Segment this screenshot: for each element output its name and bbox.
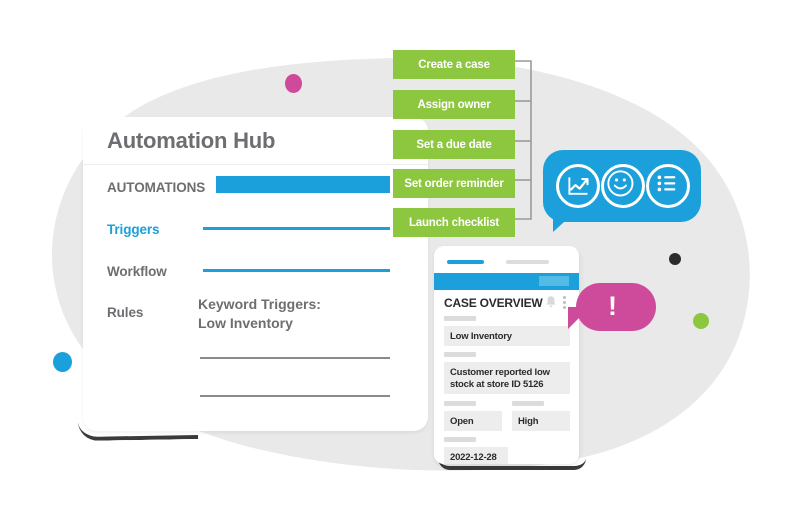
- row-label-rules: Rules: [107, 305, 144, 320]
- page-title: Automation Hub: [107, 128, 276, 153]
- placeholder-line-2: [200, 395, 390, 397]
- row-label-triggers[interactable]: Triggers: [107, 222, 160, 237]
- row-label-automations: AUTOMATIONS: [107, 180, 206, 195]
- alert-bubble: !: [568, 283, 656, 341]
- bullet-list-icon[interactable]: [646, 164, 690, 208]
- hub-card-shadow: [77, 418, 199, 442]
- kebab-menu-icon[interactable]: [563, 296, 567, 310]
- phone-tab-inactive[interactable]: [506, 260, 549, 264]
- blue-dot: [53, 352, 72, 372]
- green-dot: [693, 313, 709, 329]
- row-label-workflow[interactable]: Workflow: [107, 264, 167, 279]
- feature-chat-bubble: [543, 150, 701, 234]
- illustration-canvas: Automation Hub AUTOMATIONS Triggers Work…: [0, 0, 792, 528]
- rules-value-line1: Keyword Triggers:: [198, 296, 321, 312]
- action-button-set-order-reminder[interactable]: Set order reminder: [393, 169, 515, 198]
- field-value-priority[interactable]: High: [512, 411, 570, 431]
- automation-hub-card: Automation Hub AUTOMATIONS Triggers Work…: [83, 117, 428, 431]
- field-label-description: [444, 352, 476, 357]
- smiley-face-icon[interactable]: [601, 164, 645, 208]
- field-label-subject: [444, 316, 476, 321]
- dark-dot: [669, 253, 681, 265]
- action-button-assign-owner[interactable]: Assign owner: [393, 90, 515, 119]
- bell-icon[interactable]: [545, 295, 557, 309]
- exclamation-icon: !: [608, 291, 617, 321]
- case-overview-card: CASE OVERVIEW Low Inventory Customer rep…: [434, 246, 579, 464]
- field-value-status[interactable]: Open: [444, 411, 502, 431]
- automations-value-bar: [216, 176, 390, 193]
- case-overview-title: CASE OVERVIEW: [444, 296, 543, 310]
- line-chart-icon[interactable]: [556, 164, 600, 208]
- action-button-set-a-due-date[interactable]: Set a due date: [393, 130, 515, 159]
- triggers-value-line: [203, 227, 390, 230]
- action-button-create-a-case[interactable]: Create a case: [393, 50, 515, 79]
- action-button-launch-checklist[interactable]: Launch checklist: [393, 208, 515, 237]
- rules-value-line2: Low Inventory: [198, 315, 293, 331]
- phone-tab-active[interactable]: [447, 260, 484, 264]
- field-value-subject[interactable]: Low Inventory: [444, 326, 570, 346]
- field-label-status: [444, 401, 476, 406]
- placeholder-line-1: [200, 357, 390, 359]
- field-label-priority: [512, 401, 544, 406]
- field-label-date: [444, 437, 476, 442]
- workflow-value-line: [203, 269, 390, 272]
- phone-toolbar-chip[interactable]: [539, 276, 569, 286]
- pink-dot: [285, 74, 302, 93]
- field-value-date[interactable]: 2022-12-28: [444, 447, 508, 464]
- field-value-description[interactable]: Customer reported low stock at store ID …: [444, 362, 570, 394]
- phone-toolbar: [434, 273, 579, 290]
